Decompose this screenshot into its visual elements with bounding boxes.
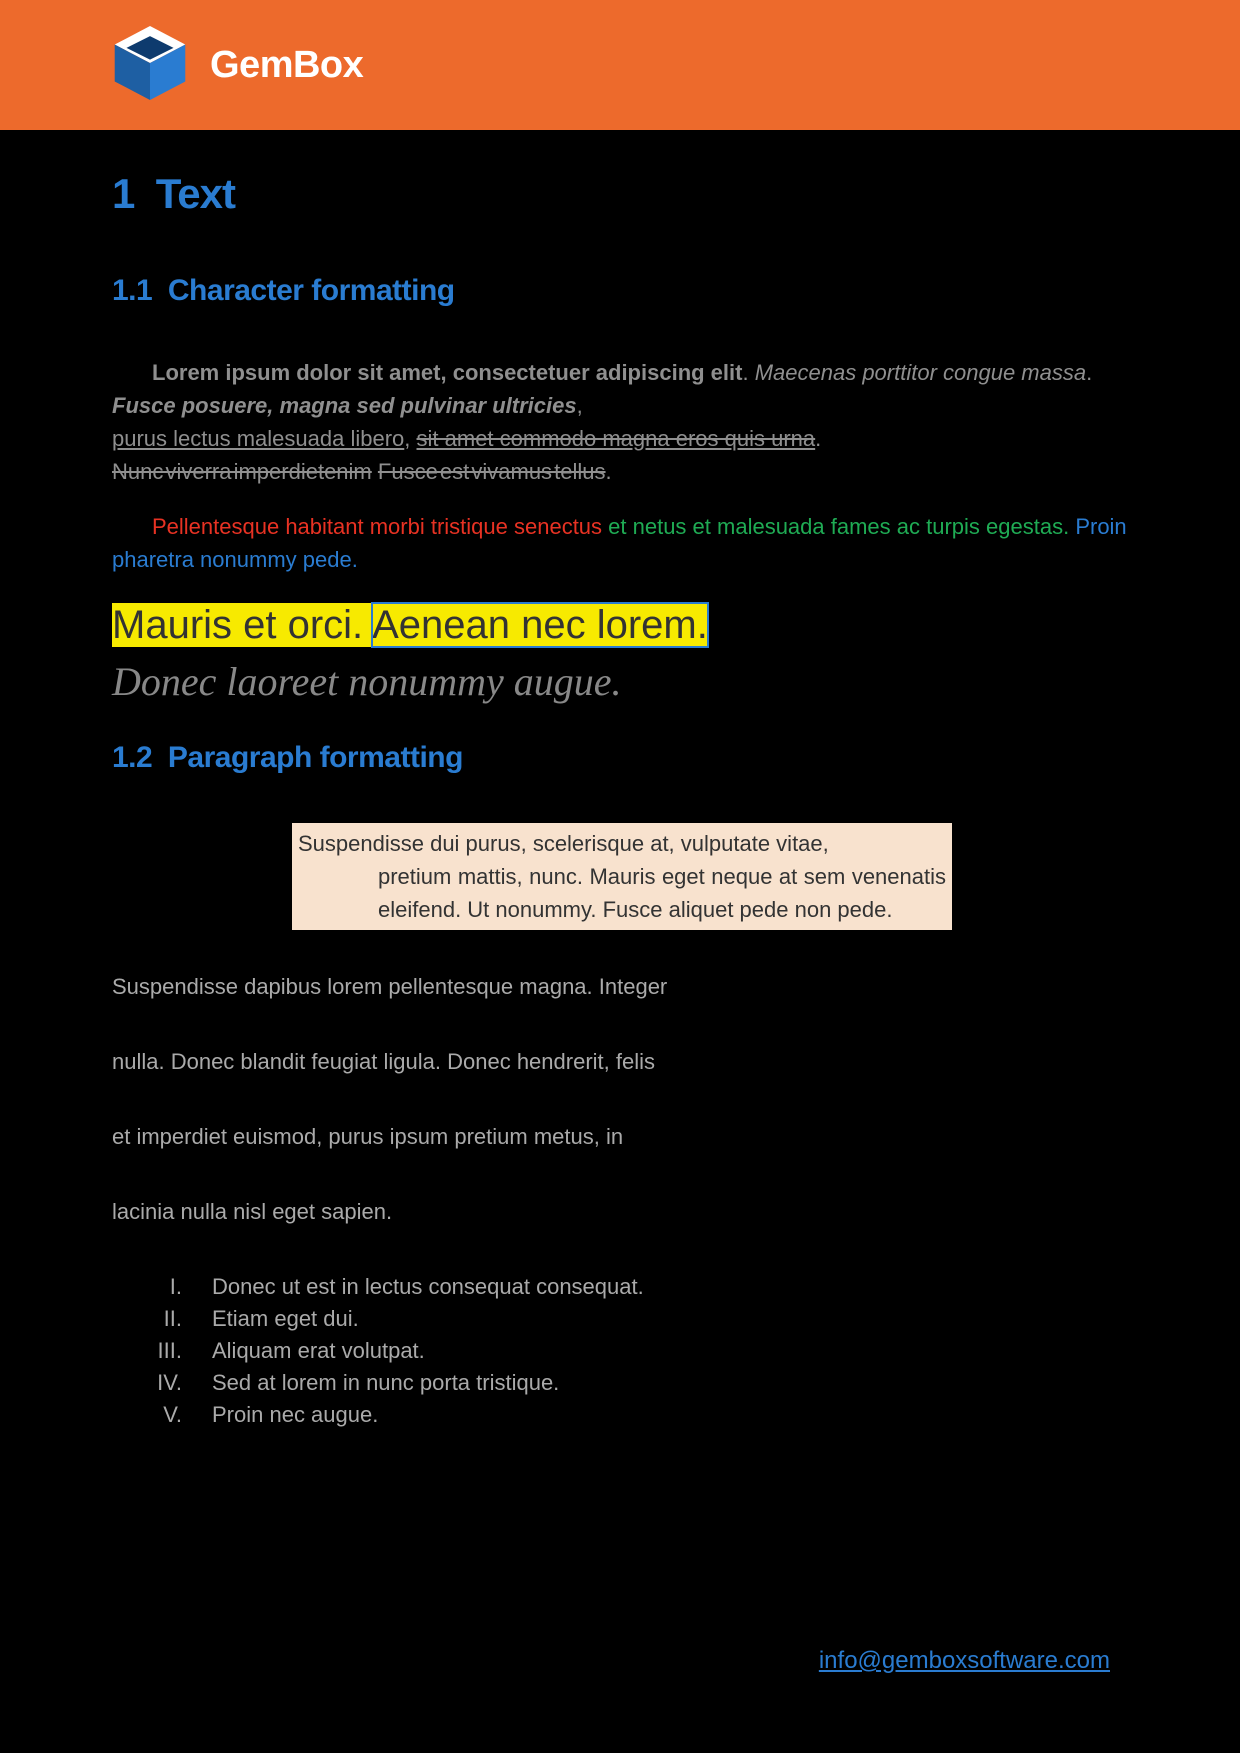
- list-item: II. Etiam eget dui.: [112, 1306, 1128, 1332]
- paragraph-hanging: pretium mattis, nunc. Mauris eget neque …: [298, 860, 946, 926]
- content-area: 1 Text 1.1 Character formatting Lorem ip…: [0, 130, 1240, 1428]
- list-number: I.: [112, 1274, 182, 1300]
- roman-numeral-list: I. Donec ut est in lectus consequat conse…: [112, 1274, 1128, 1428]
- heading-1-2-num: 1.2: [112, 741, 152, 774]
- heading-1-title: Text: [156, 170, 235, 217]
- spaced-paragraph: Suspendisse dapibus lorem pellentesque m…: [112, 970, 1128, 1228]
- text-sep: .: [742, 360, 754, 385]
- paragraph-first-line: Suspendisse dui purus, scelerisque at, v…: [298, 831, 829, 856]
- heading-1-1-num: 1.1: [112, 274, 152, 307]
- text-sep: ,: [404, 426, 416, 451]
- list-number: II.: [112, 1306, 182, 1332]
- text-strike: Nunc viverra imperdietenim: [112, 459, 372, 484]
- heading-1-1-title: Character formatting: [168, 274, 455, 307]
- script-font-line: Donec laoreet nonummy augue.: [112, 658, 1128, 705]
- footer-email-link[interactable]: info@gemboxsoftware.com: [819, 1647, 1110, 1675]
- text-highlight-yellow: Mauris et orci.: [112, 603, 372, 647]
- brand-name: GemBox: [210, 44, 363, 87]
- text-sep: ,: [577, 393, 583, 418]
- heading-1-num: 1: [112, 170, 134, 217]
- heading-1-1: 1.1 Character formatting: [112, 274, 1128, 308]
- heading-1-2-title: Paragraph formatting: [168, 741, 463, 774]
- text-underline-strike: sit amet commodo magna eros quis urna: [417, 426, 816, 451]
- list-item: III. Aliquam erat volutpat.: [112, 1338, 1128, 1364]
- list-text: Etiam eget dui.: [212, 1306, 359, 1332]
- text-underline: purus lectus malesuada libero: [112, 426, 404, 451]
- list-item: IV. Sed at lorem in nunc porta tristique.: [112, 1370, 1128, 1396]
- heading-1-2: 1.2 Paragraph formatting: [112, 741, 1128, 775]
- box-icon: [108, 21, 192, 110]
- spaced-line: nulla. Donec blandit feugiat ligula. Don…: [112, 1045, 1128, 1078]
- spaced-line: lacinia nulla nisl eget sapien.: [112, 1195, 1128, 1228]
- text-red: Pellentesque habitant morbi tristique se…: [152, 514, 608, 539]
- list-number: IV.: [112, 1370, 182, 1396]
- heading-1: 1 Text: [112, 170, 1128, 218]
- text-italic: Maecenas porttitor congue massa: [755, 360, 1086, 385]
- text-bold-italic: Fusce posuere, magna sed pulvinar ultric…: [112, 393, 577, 418]
- text-green: et netus et malesuada fames ac turpis eg…: [608, 514, 1075, 539]
- text-sep: .: [606, 459, 612, 484]
- list-text: Sed at lorem in nunc porta tristique.: [212, 1370, 559, 1396]
- brand-logo: GemBox: [108, 21, 363, 110]
- list-number: V.: [112, 1402, 182, 1428]
- spaced-line: et imperdiet euismod, purus ipsum pretiu…: [112, 1120, 1128, 1153]
- spaced-line: Suspendisse dapibus lorem pellentesque m…: [112, 970, 1128, 1003]
- highlighted-line: Mauris et orci. Aenean nec lorem.: [112, 598, 1128, 652]
- text-bold: Lorem ipsum dolor sit amet, consectetuer…: [152, 360, 742, 385]
- character-formatting-block: Lorem ipsum dolor sit amet, consectetuer…: [112, 356, 1128, 488]
- list-item: I. Donec ut est in lectus consequat conse…: [112, 1274, 1128, 1300]
- list-text: Donec ut est in lectus consequat consequ…: [212, 1274, 644, 1300]
- text-highlight-bordered: Aenean nec lorem.: [372, 603, 708, 647]
- colored-text-block: Pellentesque habitant morbi tristique se…: [112, 510, 1128, 576]
- list-text: Aliquam erat volutpat.: [212, 1338, 425, 1364]
- list-text: Proin nec augue.: [212, 1402, 378, 1428]
- text-strike: Fusce est vivamus tellus: [378, 459, 606, 484]
- header-bar: GemBox: [0, 0, 1240, 130]
- text-sep: .: [815, 426, 821, 451]
- page: GemBox 1 Text 1.1 Character formatting L…: [0, 0, 1240, 1753]
- list-number: III.: [112, 1338, 182, 1364]
- text-sep: .: [1086, 360, 1092, 385]
- list-item: V. Proin nec augue.: [112, 1402, 1128, 1428]
- justified-paragraph-box: Suspendisse dui purus, scelerisque at, v…: [292, 823, 952, 930]
